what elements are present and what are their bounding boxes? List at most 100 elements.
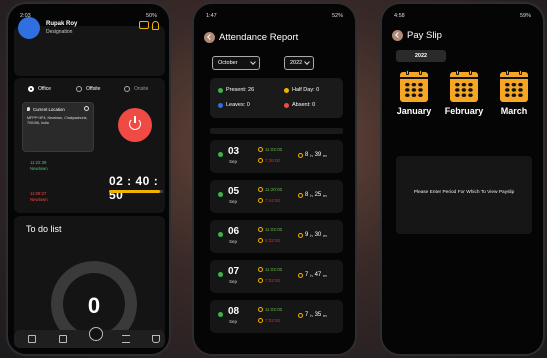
- work-duration: 8 h 39 m: [298, 152, 327, 158]
- duration-hours: 7: [305, 272, 309, 278]
- check-out: 7:02:00: [258, 318, 280, 323]
- punch-button[interactable]: [118, 108, 152, 142]
- month-january[interactable]: January: [394, 70, 434, 116]
- leaves-dot: [218, 102, 223, 108]
- half-day-dot: [284, 87, 289, 93]
- day-row[interactable]: 07 Sep 11:02:00 7:02:00 7 h 47 m: [210, 260, 343, 293]
- payslip-placeholder: Please Enter Period For Which To View Pa…: [396, 156, 532, 234]
- phone-attendance: 1:47 52% Attendance Report October 2022 …: [192, 2, 357, 356]
- bottom-nav: [14, 327, 165, 348]
- battery-level: 59%: [519, 13, 531, 19]
- calendar-ring: [406, 70, 409, 75]
- timer-icon: [298, 192, 303, 198]
- punch-in-info: 11:22:39 Newtown: [30, 160, 48, 171]
- timer-progress-fill: [109, 190, 161, 193]
- month-march[interactable]: March: [494, 70, 534, 116]
- year-select[interactable]: 2022: [284, 56, 314, 70]
- day-number: 05: [228, 186, 240, 197]
- punch-out-place: Newtown: [30, 196, 48, 202]
- duration-minutes: 25: [314, 192, 322, 198]
- timer-icon: [298, 232, 303, 238]
- back-arrow-icon[interactable]: [204, 31, 215, 43]
- duration-minutes: 47: [314, 272, 322, 278]
- check-in: 11:02:00: [258, 147, 282, 152]
- present-dot: [218, 272, 223, 277]
- calendar-ring: [469, 70, 472, 75]
- status-bar: 4:58 59%: [394, 13, 531, 21]
- todo-title: To do list: [26, 224, 62, 234]
- present-dot: [218, 87, 223, 93]
- check-in: 11:02:00: [258, 307, 282, 312]
- day-number: 07: [228, 266, 240, 277]
- present-dot: [218, 192, 223, 197]
- year-select-value: 2022: [290, 60, 303, 66]
- chat-icon[interactable]: [139, 21, 149, 29]
- day-number: 06: [228, 226, 240, 237]
- timer-icon: [298, 272, 303, 278]
- list-icon[interactable]: [122, 335, 130, 343]
- present-text: Present: 26: [226, 87, 255, 93]
- clock-icon: [258, 238, 263, 243]
- refresh-icon[interactable]: [84, 106, 89, 111]
- day-month: Sep: [229, 159, 238, 164]
- timer-icon: [298, 312, 303, 318]
- home-icon[interactable]: [89, 327, 103, 341]
- grid-icon[interactable]: [28, 335, 36, 343]
- calendar-bar: [500, 77, 528, 79]
- day-row[interactable]: 05 Sep 11:20:00 7:44:00 8 h 25 m: [210, 180, 343, 213]
- bell-icon[interactable]: [152, 21, 159, 30]
- calendar-icon[interactable]: [59, 335, 67, 343]
- day-month: Sep: [229, 199, 238, 204]
- timer-icon: [298, 152, 303, 158]
- check-in-time: 11:02:00: [265, 227, 283, 232]
- clock-icon: [258, 318, 263, 323]
- duration-minutes: 35: [314, 312, 322, 318]
- back-arrow-icon[interactable]: [392, 29, 403, 41]
- calendar-grid: [404, 82, 424, 98]
- absent-text: Absent: 0: [292, 102, 316, 108]
- check-in-time: 11:02:00: [265, 307, 283, 312]
- list-divider: [210, 128, 343, 134]
- work-timer: 02 : 40 : 50: [109, 174, 159, 202]
- clock-icon: [258, 198, 263, 203]
- day-row[interactable]: 08 Sep 11:02:00 7:02:00 7 h 35 m: [210, 300, 343, 333]
- punch-out-info: 11:08:27 Newtown: [30, 191, 48, 202]
- duration-hours: 7: [305, 312, 309, 318]
- day-row[interactable]: 06 Sep 11:02:00 8:32:00 9 h 30 m: [210, 220, 343, 253]
- day-month: Sep: [229, 279, 238, 284]
- punch-out-time: 11:08:27: [30, 191, 47, 196]
- battery-level: 52%: [331, 13, 343, 19]
- radio-offsite[interactable]: [76, 86, 82, 92]
- check-out-time: 8:32:00: [265, 238, 281, 243]
- radio-onsite[interactable]: [124, 86, 130, 92]
- check-out: 7:44:00: [258, 198, 280, 203]
- month-select[interactable]: October: [212, 56, 260, 70]
- present-dot: [218, 312, 223, 317]
- avatar[interactable]: [18, 17, 40, 39]
- year-chip[interactable]: 2022: [396, 50, 446, 62]
- check-out: 7:02:00: [258, 278, 280, 283]
- calendar-ring: [519, 70, 522, 75]
- mode-label-onsite: Onsite: [134, 86, 149, 92]
- check-in: 11:02:00: [258, 267, 282, 272]
- check-in: 11:02:00: [258, 227, 282, 232]
- work-duration: 8 h 25 m: [298, 192, 327, 198]
- radio-office[interactable]: [28, 86, 34, 92]
- calendar-bar: [450, 77, 478, 79]
- check-out-time: 7:02:00: [265, 278, 281, 283]
- month-february[interactable]: February: [444, 70, 484, 116]
- todo-card[interactable]: To do list 0: [14, 216, 165, 347]
- work-duration: 7 h 47 m: [298, 272, 327, 278]
- status-time: 1:47: [206, 13, 217, 19]
- battery-level: 50%: [145, 13, 157, 19]
- day-number: 08: [228, 306, 240, 317]
- day-row[interactable]: 03 Sep 11:02:00 7:36:00 8 h 39 m: [210, 140, 343, 173]
- day-month: Sep: [229, 239, 238, 244]
- check-out-time: 7:44:00: [265, 198, 281, 203]
- coffee-icon[interactable]: [152, 335, 160, 343]
- calendar-grid: [504, 82, 524, 98]
- clock-icon: [258, 278, 263, 283]
- check-out: 7:36:00: [258, 158, 280, 163]
- punch-card: Office Offsite Onsite Current Location M…: [14, 78, 165, 213]
- summary-half-day: Half Day: 0: [284, 87, 319, 93]
